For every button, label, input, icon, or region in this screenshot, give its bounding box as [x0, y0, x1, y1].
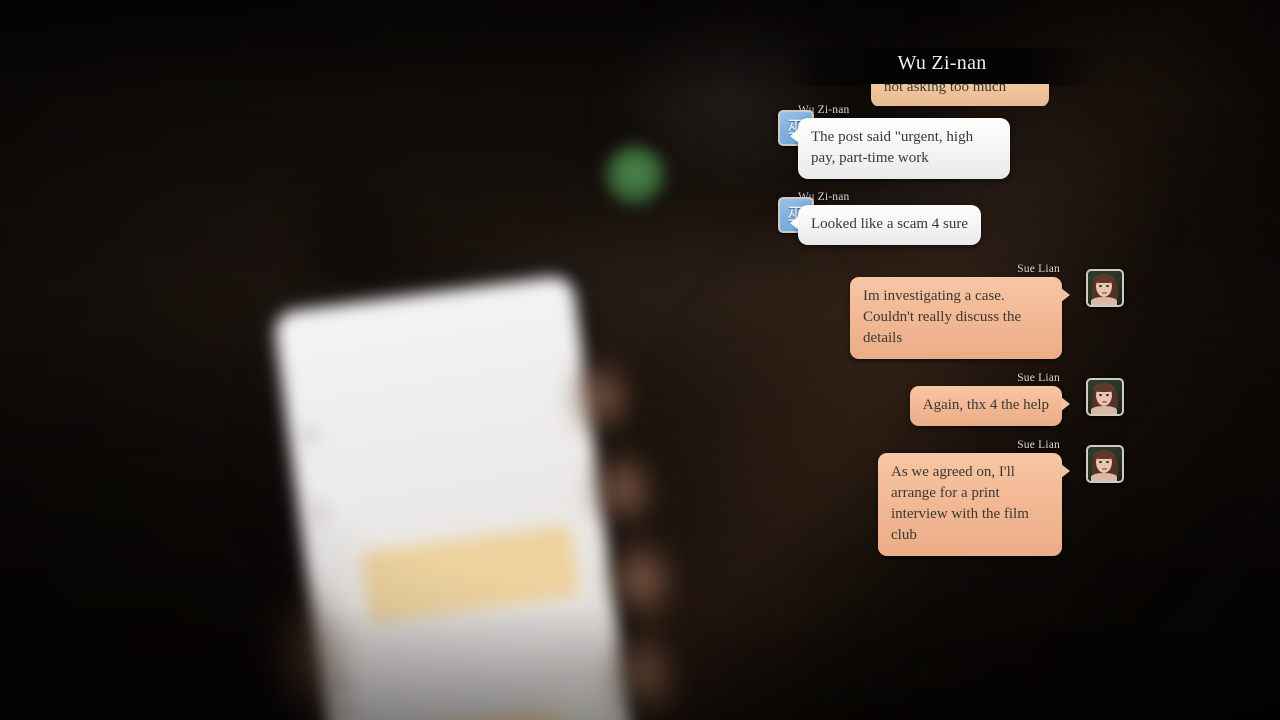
sender-name: Sue Lian: [1017, 372, 1060, 384]
avatar-eye: [1106, 461, 1109, 463]
avatar-fringe: [1093, 383, 1115, 392]
message-list[interactable]: Wu Zi-nan 巫 The post said "urgent, high …: [740, 84, 1124, 566]
message-bubble: Im investigating a case. Couldn't really…: [850, 277, 1070, 359]
sender-name: Wu Zi-nan: [798, 104, 850, 116]
sender-name: Wu Zi-nan: [798, 191, 850, 203]
avatar-eye: [1106, 394, 1109, 396]
avatar-shoulders: [1091, 297, 1117, 305]
message-row: Sue Lian Again, thx 4 the help: [740, 372, 1124, 426]
avatar-eye: [1099, 285, 1102, 287]
avatar-eye: [1099, 394, 1102, 396]
message-row: Wu Zi-nan 巫 The post said "urgent, high …: [740, 104, 1120, 179]
sue-lian-avatar-icon[interactable]: [1086, 445, 1124, 483]
message-row: Sue Lian Im investigating a case. Couldn…: [740, 263, 1124, 359]
message-row: Wu Zi-nan 巫 Looked like a scam 4 sure: [740, 191, 1120, 245]
avatar-fringe: [1093, 274, 1115, 283]
chat-overlay: Wu Zi-nan not asking too much Wu Zi-nan …: [0, 0, 1280, 720]
avatar-mouth: [1102, 292, 1107, 294]
sender-name: Sue Lian: [1017, 439, 1060, 451]
avatar-mouth: [1102, 401, 1107, 403]
message-bubble: Again, thx 4 the help: [909, 386, 1071, 426]
avatar-fringe: [1093, 450, 1115, 459]
avatar-shoulders: [1091, 473, 1117, 481]
sue-lian-avatar-icon[interactable]: [1086, 378, 1124, 416]
chat-header-title: Wu Zi-nan: [897, 52, 987, 74]
message-bubble: Looked like a scam 4 sure: [789, 205, 982, 245]
message-row: Sue Lian As we agreed on, I'll arrange f…: [740, 439, 1124, 556]
avatar-shoulders: [1091, 406, 1117, 414]
sender-name: Sue Lian: [1017, 263, 1060, 275]
avatar-eye: [1106, 285, 1109, 287]
message-bubble: The post said "urgent, high pay, part-ti…: [790, 118, 1010, 179]
avatar-mouth: [1102, 468, 1107, 470]
sue-lian-avatar-icon[interactable]: [1086, 269, 1124, 307]
message-bubble: As we agreed on, I'll arrange for a prin…: [878, 453, 1070, 556]
avatar-eye: [1099, 461, 1102, 463]
